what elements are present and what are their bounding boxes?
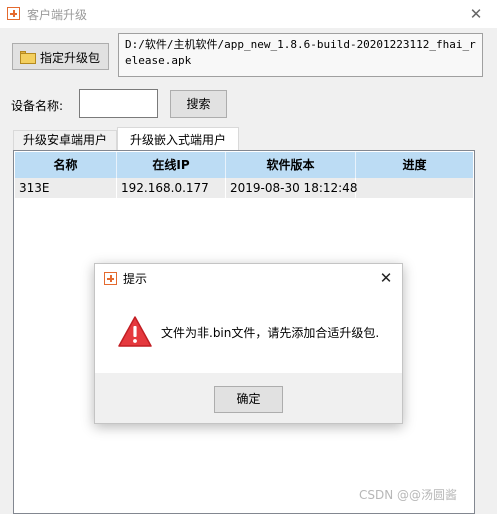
- select-package-button[interactable]: 指定升级包: [12, 43, 109, 70]
- app-icon: [7, 7, 20, 20]
- warning-icon: [118, 316, 152, 347]
- column-header-name[interactable]: 名称: [15, 152, 117, 178]
- cell-ip: 192.168.0.177: [117, 178, 226, 198]
- cell-name: 313E: [15, 178, 117, 198]
- dialog-close-button[interactable]: ✕: [376, 268, 396, 288]
- device-name-input[interactable]: [79, 89, 158, 118]
- search-button[interactable]: 搜索: [170, 90, 227, 118]
- ok-button[interactable]: 确定: [214, 386, 283, 413]
- tab-upgrade-android[interactable]: 升级安卓端用户: [13, 130, 117, 150]
- cell-progress: [356, 178, 473, 198]
- window-close-button[interactable]: ✕: [465, 4, 487, 24]
- message-dialog: 提示 ✕ 文件为非.bin文件，请先添加合适升级包. 确定: [94, 263, 403, 424]
- cell-version: 2019-08-30 18:12:48: [226, 178, 357, 198]
- column-header-ip[interactable]: 在线IP: [117, 152, 226, 178]
- package-path-field[interactable]: D:/软件/主机软件/app_new_1.8.6-build-202012231…: [118, 33, 483, 77]
- dialog-message: 文件为非.bin文件，请先添加合适升级包.: [161, 326, 380, 340]
- folder-icon: [20, 51, 36, 64]
- select-package-label: 指定升级包: [40, 51, 101, 65]
- title-bar: 客户端升级 ✕: [0, 0, 497, 28]
- column-header-version[interactable]: 软件版本: [226, 152, 356, 178]
- column-header-progress[interactable]: 进度: [356, 152, 473, 178]
- window-title: 客户端升级: [27, 8, 88, 22]
- grid-header: 名称 在线IP 软件版本 进度: [15, 152, 473, 178]
- device-name-label: 设备名称:: [11, 99, 64, 113]
- dialog-footer: 确定: [95, 373, 402, 423]
- dialog-app-icon: [104, 272, 117, 285]
- dialog-title: 提示: [123, 272, 148, 286]
- watermark-text: CSDN @@汤圆酱: [359, 488, 458, 502]
- table-row[interactable]: 313E 192.168.0.177 2019-08-30 18:12:48: [15, 178, 473, 198]
- tab-upgrade-embedded[interactable]: 升级嵌入式端用户: [117, 127, 239, 151]
